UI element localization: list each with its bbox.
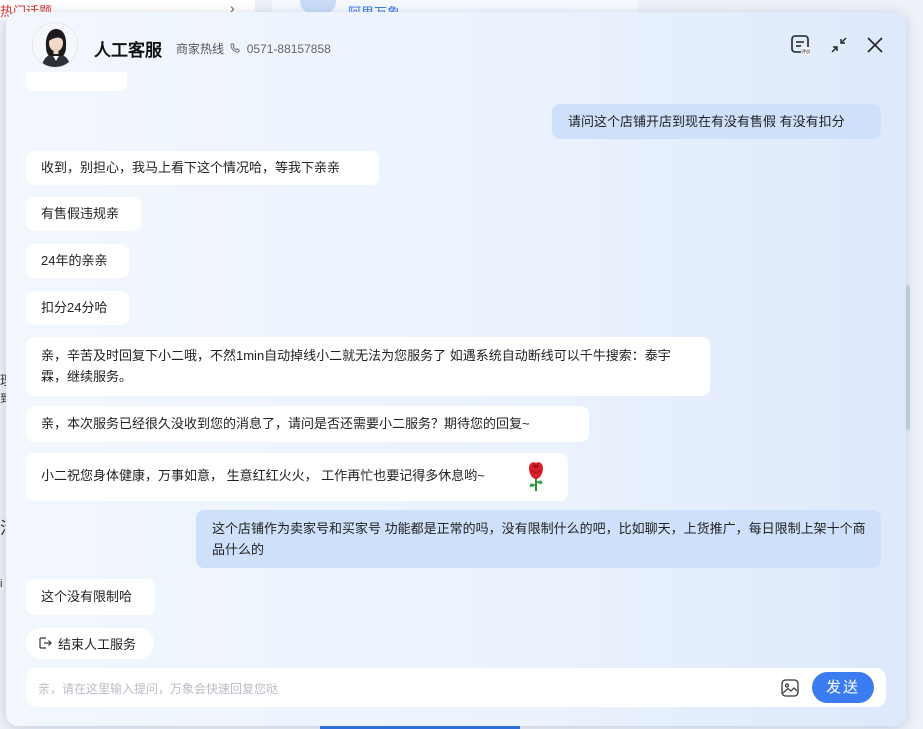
message-bubble-agent: 亲，辛苦及时回复下小二哦，不然1min自动掉线小二就无法为您服务了 如遇系统自动… xyxy=(26,337,710,396)
hotline-number: 0571-88157858 xyxy=(246,42,331,56)
minimize-icon[interactable] xyxy=(828,34,850,56)
message-bubble-user: 请问这个店铺开店到现在有没有售假 有没有扣分 xyxy=(552,104,881,139)
message-bubble-user: 这个店铺作为卖家号和买家号 功能都是正常的吗，没有限制什么的吧，比如聊天，上货推… xyxy=(196,510,881,568)
customer-service-dialog: 人工客服 商家热线 0571-88157858 评价 请问这个店铺开店到现在有没… xyxy=(6,12,906,726)
message-bubble-partial xyxy=(26,72,127,91)
feedback-icon[interactable]: 评价 xyxy=(790,34,812,56)
message-text: 有售假违规亲 xyxy=(41,206,120,221)
message-input[interactable] xyxy=(36,677,770,701)
end-service-button[interactable]: 结束人工服务 xyxy=(26,628,154,659)
phone-icon xyxy=(230,42,243,56)
dialog-header: 人工客服 商家热线 0571-88157858 评价 xyxy=(6,12,906,72)
dialog-title: 人工客服 xyxy=(94,41,162,60)
message-bubble-agent: 小二祝您身体健康，万事如意， 生意红红火火， 工作再忙也要记得多休息哟~ xyxy=(26,453,568,501)
exit-icon xyxy=(38,636,52,653)
send-button[interactable]: 发送 xyxy=(812,672,874,703)
message-text: 扣分24分哈 xyxy=(41,300,108,315)
message-bubble-agent: 有售假违规亲 xyxy=(26,197,141,231)
message-bubble-agent: 24年的亲亲 xyxy=(26,244,129,278)
hotline-label: 商家热线 xyxy=(176,42,225,56)
merchant-hotline: 商家热线 0571-88157858 xyxy=(176,40,331,57)
message-bubble-agent: 收到，别担心，我马上看下这个情况哈，等我下亲亲 xyxy=(26,151,379,185)
background-scrollbar[interactable] xyxy=(906,285,910,430)
chat-messages[interactable]: 请问这个店铺开店到现在有没有售假 有没有扣分 收到，别担心，我马上看下这个情况哈… xyxy=(6,72,906,667)
agent-avatar xyxy=(32,22,78,68)
close-icon[interactable] xyxy=(864,34,886,56)
image-upload-icon[interactable] xyxy=(780,678,800,698)
message-text: 24年的亲亲 xyxy=(41,253,108,268)
message-text: 亲，辛苦及时回复下小二哦，不然1min自动掉线小二就无法为您服务了 如遇系统自动… xyxy=(41,348,671,384)
message-text: 收到，别担心，我马上看下这个情况哈，等我下亲亲 xyxy=(41,160,341,175)
svg-text:评价: 评价 xyxy=(801,49,811,56)
message-bubble-agent: 扣分24分哈 xyxy=(26,291,129,325)
end-service-label: 结束人工服务 xyxy=(58,637,137,652)
message-text: 这个店铺作为卖家号和买家号 功能都是正常的吗，没有限制什么的吧，比如聊天，上货推… xyxy=(212,521,866,557)
message-text: 请问这个店铺开店到现在有没有售假 有没有扣分 xyxy=(568,114,845,129)
background-text: i xyxy=(0,578,3,590)
rose-icon xyxy=(525,460,547,498)
message-bubble-agent: 亲，本次服务已经很久没收到您的消息了，请问是否还需要小二服务？期待您的回复~ xyxy=(26,406,589,442)
message-text: 这个没有限制哈 xyxy=(41,589,133,604)
message-input-bar: 发送 xyxy=(26,668,886,707)
message-bubble-agent: 这个没有限制哈 xyxy=(26,579,155,615)
message-text: 小二祝您身体健康，万事如意， 生意红红火火， 工作再忙也要记得多休息哟~ xyxy=(41,468,485,483)
message-text: 亲，本次服务已经很久没收到您的消息了，请问是否还需要小二服务？期待您的回复~ xyxy=(41,416,530,431)
